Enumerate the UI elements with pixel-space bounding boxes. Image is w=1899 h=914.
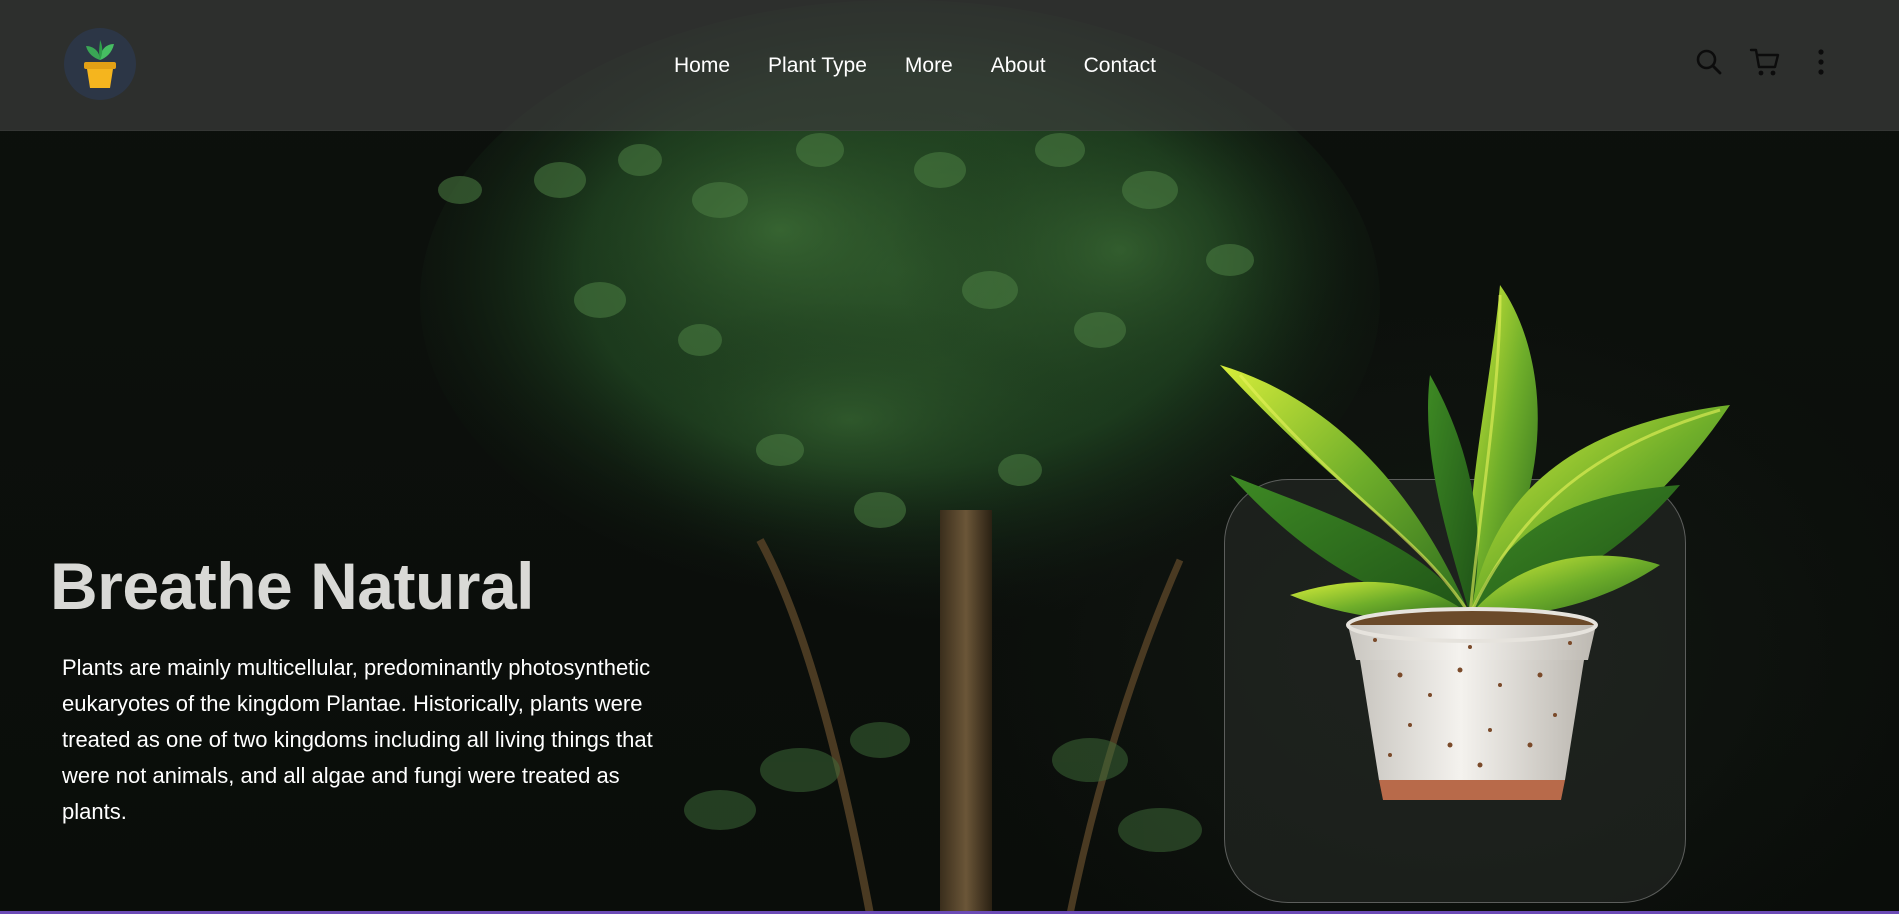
top-navbar: Home Plant Type More About Contact xyxy=(0,0,1899,131)
nav-links: Home Plant Type More About Contact xyxy=(674,52,1194,80)
nav-more[interactable]: More xyxy=(905,52,953,80)
nav-home[interactable]: Home xyxy=(674,52,730,80)
plant-pot-logo[interactable] xyxy=(64,28,136,100)
plant-pot-icon xyxy=(84,40,116,88)
cart-icon[interactable] xyxy=(1749,46,1781,78)
nav-about[interactable]: About xyxy=(991,52,1046,80)
hero-description: Plants are mainly multicellular, predomi… xyxy=(62,655,653,824)
more-vertical-icon[interactable] xyxy=(1805,46,1837,78)
nav-contact[interactable]: Contact xyxy=(1084,52,1156,80)
search-icon[interactable] xyxy=(1693,46,1725,78)
page: Home Plant Type More About Contact Breat… xyxy=(0,0,1899,914)
potted-plant-image xyxy=(1220,285,1730,800)
nav-plant-type[interactable]: Plant Type xyxy=(768,52,867,80)
hero-title: Breathe Natural xyxy=(50,549,535,623)
nav-icons xyxy=(1669,46,1837,78)
